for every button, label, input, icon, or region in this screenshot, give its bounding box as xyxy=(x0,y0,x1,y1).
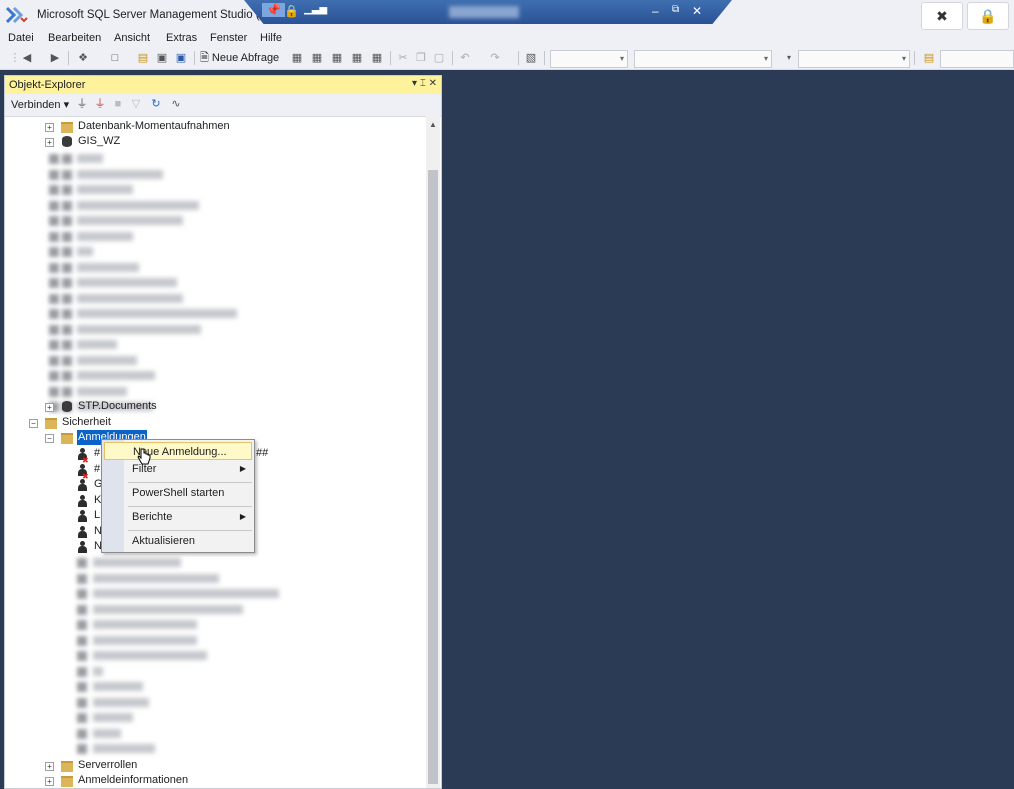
activity-icon[interactable]: ∿ xyxy=(169,97,183,111)
menu-item-refresh[interactable]: Aktualisieren xyxy=(104,532,252,550)
tree-scrollbar[interactable]: ▲ xyxy=(426,116,440,788)
folder-icon xyxy=(45,418,57,429)
menu-item-powershell[interactable]: PowerShell starten xyxy=(104,484,252,502)
user-icon xyxy=(77,526,88,538)
pin-icon[interactable]: 📌 xyxy=(262,3,285,17)
database-icon xyxy=(62,401,72,412)
submenu-arrow-icon: ▶ xyxy=(239,512,246,521)
menu-bearbeiten[interactable]: Bearbeiten xyxy=(48,30,101,47)
window-title: Microsoft SQL Server Management Studio (… xyxy=(37,9,284,21)
dax-query-icon[interactable]: ▦ xyxy=(370,51,384,65)
open-folder-icon[interactable]: ▤ xyxy=(136,51,150,65)
save-all-icon[interactable]: ▣ xyxy=(174,51,188,65)
hand-cursor-icon xyxy=(137,448,151,465)
scrollbar-thumb[interactable] xyxy=(428,170,438,784)
submenu-arrow-icon: ▶ xyxy=(239,464,246,473)
right-tool-buttons: ✖ 🔒 xyxy=(921,2,1011,30)
find-combo[interactable]: ▾ xyxy=(798,50,910,68)
new-query-button[interactable]: 🗎 Neue Abfrage xyxy=(200,50,279,66)
menu-item-new-login[interactable]: Neue Anmeldung... xyxy=(104,442,252,460)
forward-icon[interactable]: ▶ xyxy=(48,51,62,65)
object-explorer-toolbar: Verbinden ▾ ⏚ ⏚ ■ ▽ ↻ ∿ xyxy=(5,94,441,117)
user-icon xyxy=(77,510,88,522)
paste-icon[interactable]: ▢ xyxy=(432,51,446,65)
folder-icon xyxy=(61,433,73,444)
user-icon xyxy=(77,541,88,553)
search-box[interactable] xyxy=(940,50,1014,68)
remote-desktop-bar[interactable]: 📌 🔒 ▁▃▅ – ⧉ ✕ xyxy=(244,0,732,24)
user-icon xyxy=(77,479,88,491)
unpin-icon[interactable]: ✖ xyxy=(921,2,963,30)
close-button[interactable]: ✕ xyxy=(692,4,702,18)
object-explorer-header: Objekt-Explorer ▾ ⌶ ✕ xyxy=(5,76,441,94)
expand-icon[interactable]: + xyxy=(45,762,54,771)
query-db-icon[interactable]: ▦ xyxy=(290,51,304,65)
login-suffix: ## xyxy=(256,447,269,459)
context-menu: Neue Anmeldung... Filter ▶ PowerShell sta… xyxy=(101,439,255,553)
folder-icon xyxy=(61,761,73,772)
dmx-query-icon[interactable]: ▦ xyxy=(330,51,344,65)
expand-icon[interactable]: + xyxy=(45,138,54,147)
new-query-icon: 🗎 xyxy=(200,52,212,64)
solution-config-combo[interactable]: ▾ xyxy=(550,50,628,68)
refresh-icon[interactable]: ↻ xyxy=(149,97,163,111)
filter-icon[interactable]: ▽ xyxy=(129,97,143,111)
stop-icon[interactable]: ■ xyxy=(111,97,125,111)
disconnect-icon[interactable]: ⏚ xyxy=(93,97,107,111)
panel-window-buttons[interactable]: ▾ ⌶ ✕ xyxy=(412,78,437,89)
collapse-icon[interactable]: − xyxy=(45,434,54,443)
lock-icon: 🔒 xyxy=(284,4,299,18)
cut-icon[interactable]: ✂ xyxy=(396,51,410,65)
expand-icon[interactable]: + xyxy=(45,403,54,412)
menu-datei[interactable]: Datei xyxy=(8,30,34,47)
database-icon xyxy=(62,136,72,147)
properties-icon[interactable]: ▤ xyxy=(922,51,936,65)
ssms-app-icon xyxy=(6,6,28,24)
expand-icon[interactable]: + xyxy=(45,777,54,786)
menu-hilfe[interactable]: Hilfe xyxy=(260,30,282,47)
restore-button[interactable]: ⧉ xyxy=(672,4,679,15)
menu-ansicht[interactable]: Ansicht xyxy=(114,30,150,47)
platform-combo[interactable]: ▾ xyxy=(634,50,772,68)
object-explorer-title: Objekt-Explorer xyxy=(9,79,86,91)
minimize-button[interactable]: – xyxy=(652,4,659,18)
menu-item-reports[interactable]: Berichte ▶ xyxy=(104,508,252,526)
collapse-icon[interactable]: − xyxy=(29,419,38,428)
menu-extras[interactable]: Extras xyxy=(166,30,197,47)
signal-icon: ▁▃▅ xyxy=(304,4,328,15)
connect-button[interactable]: Verbinden ▾ xyxy=(11,98,69,111)
menu-item-filter[interactable]: Filter ▶ xyxy=(104,460,252,478)
activity-monitor-icon[interactable]: ▧ xyxy=(524,51,538,65)
save-icon[interactable]: ▣ xyxy=(155,51,169,65)
connect-plug-icon[interactable]: ⏚ xyxy=(75,97,89,111)
copy-icon[interactable]: ❐ xyxy=(414,51,428,65)
title-bar: Microsoft SQL Server Management Studio (… xyxy=(0,0,1014,30)
folder-icon xyxy=(61,122,73,133)
dropdown-arrow-icon[interactable]: ▾ xyxy=(782,51,796,65)
back-icon[interactable]: ◀ xyxy=(20,51,34,65)
lock-button[interactable]: 🔒 xyxy=(967,2,1009,30)
user-icon xyxy=(77,495,88,507)
xmla-query-icon[interactable]: ▦ xyxy=(350,51,364,65)
add-item-icon[interactable]: □ xyxy=(108,51,122,65)
menu-bar: Datei Bearbeiten Ansicht Extras Fenster … xyxy=(0,30,1014,47)
mdx-query-icon[interactable]: ▦ xyxy=(310,51,324,65)
remote-host-name xyxy=(449,6,519,18)
undo-icon[interactable]: ↶ xyxy=(458,51,472,65)
scroll-up-icon[interactable]: ▲ xyxy=(429,120,437,129)
new-project-icon[interactable]: ❖ xyxy=(76,51,90,65)
redo-icon[interactable]: ↷ xyxy=(488,51,502,65)
folder-icon xyxy=(61,776,73,787)
menu-fenster[interactable]: Fenster xyxy=(210,30,247,47)
object-explorer-panel: Objekt-Explorer ▾ ⌶ ✕ Verbinden ▾ ⏚ ⏚ ■ … xyxy=(4,75,442,789)
main-toolbar: ⋮ ◀ ▶ ❖ □ ▤ ▣ ▣ 🗎 Neue Abfrage ▦ ▦ ▦ ▦ ▦… xyxy=(0,47,1014,70)
expand-icon[interactable]: + xyxy=(45,123,54,132)
